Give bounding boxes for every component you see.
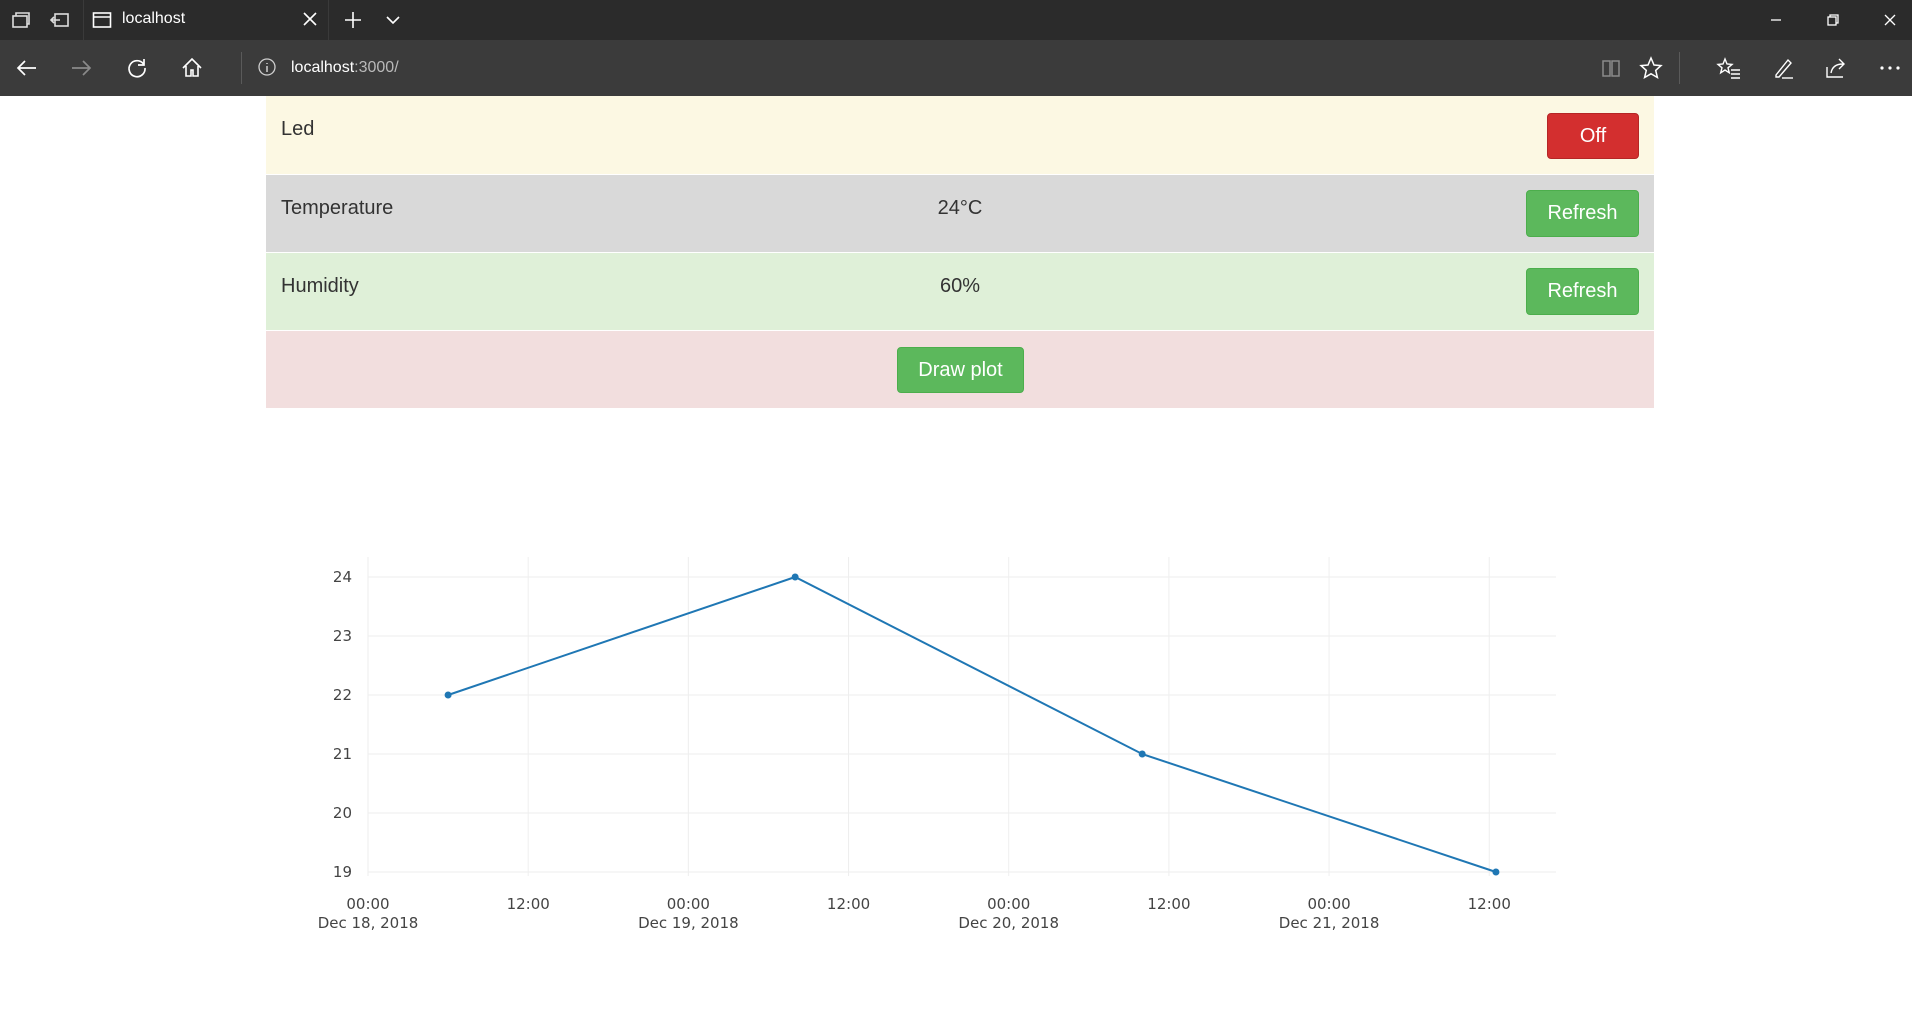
browser-title-bar: localhost <box>0 0 1912 40</box>
address-input[interactable]: localhost:3000/ <box>291 59 399 77</box>
forward-arrow-icon[interactable] <box>68 55 94 81</box>
tab-preview-icon[interactable] <box>8 7 34 33</box>
chart-series <box>444 573 1500 876</box>
y-tick-label: 21 <box>333 745 352 763</box>
toolbar-divider <box>1679 52 1680 84</box>
x-tick-time: 00:00 <box>987 895 1030 913</box>
sensor-panel: Led Off Temperature 24°C Refresh Humidit… <box>266 96 1654 409</box>
page-icon <box>92 12 112 28</box>
humidity-refresh-button[interactable]: Refresh <box>1526 268 1639 315</box>
reading-view-icon[interactable] <box>1598 55 1624 81</box>
home-icon[interactable] <box>179 55 205 81</box>
more-options-icon[interactable] <box>1877 55 1903 81</box>
humidity-value: 60% <box>939 275 981 297</box>
x-tick-time: 12:00 <box>827 895 870 913</box>
data-point <box>444 691 452 699</box>
y-tick-label: 19 <box>333 863 352 881</box>
temperature-row: Temperature 24°C Refresh <box>266 175 1654 253</box>
temperature-label: Temperature <box>281 197 394 219</box>
led-row: Led Off <box>266 96 1654 175</box>
chevron-down-icon[interactable] <box>380 7 406 33</box>
x-tick-time: 12:00 <box>1468 895 1511 913</box>
favorite-star-icon[interactable] <box>1638 55 1664 81</box>
y-tick-label: 23 <box>333 627 352 645</box>
temperature-value: 24°C <box>937 197 983 219</box>
x-tick-date: Dec 18, 2018 <box>318 914 419 932</box>
data-point <box>1492 868 1500 876</box>
x-tick-date: Dec 19, 2018 <box>638 914 739 932</box>
close-tab-icon[interactable] <box>300 9 320 29</box>
y-tick-label: 22 <box>333 686 352 704</box>
chart-grid <box>367 557 1556 876</box>
back-arrow-icon[interactable] <box>14 55 40 81</box>
temperature-line-chart: 19202122232400:00Dec 18, 201812:00 00:00D… <box>318 557 1556 932</box>
x-tick-time: 00:00 <box>1307 895 1350 913</box>
temperature-refresh-button[interactable]: Refresh <box>1526 190 1639 237</box>
x-tick-date: Dec 20, 2018 <box>958 914 1059 932</box>
x-tick-time: 00:00 <box>346 895 389 913</box>
browser-tab[interactable]: localhost <box>83 0 329 40</box>
x-tick-time: 00:00 <box>667 895 710 913</box>
site-info-icon[interactable] <box>256 56 278 78</box>
y-tick-label: 20 <box>333 804 352 822</box>
tab-title: localhost <box>122 10 186 27</box>
favorites-hub-icon[interactable] <box>1716 55 1742 81</box>
data-point <box>1138 750 1146 758</box>
browser-toolbar: localhost:3000/ <box>0 40 1912 96</box>
close-window-icon[interactable] <box>1877 7 1903 33</box>
x-tick-time: 12:00 <box>507 895 550 913</box>
new-tab-icon[interactable] <box>340 7 366 33</box>
draw-plot-button[interactable]: Draw plot <box>897 347 1024 393</box>
toolbar-divider <box>241 52 242 84</box>
pen-notes-icon[interactable] <box>1770 55 1796 81</box>
led-label: Led <box>281 118 315 140</box>
restore-icon[interactable] <box>1820 7 1846 33</box>
plot-row: Draw plot <box>266 331 1654 409</box>
series-line <box>447 575 1497 873</box>
chart-axes: 19202122232400:00Dec 18, 201812:00 00:00D… <box>318 568 1511 932</box>
y-tick-label: 24 <box>333 568 352 586</box>
humidity-row: Humidity 60% Refresh <box>266 253 1654 331</box>
x-tick-time: 12:00 <box>1147 895 1190 913</box>
set-aside-tabs-icon[interactable] <box>47 7 73 33</box>
url-path: :3000/ <box>354 59 399 76</box>
led-toggle-button[interactable]: Off <box>1547 113 1639 159</box>
minimize-icon[interactable] <box>1763 7 1789 33</box>
humidity-label: Humidity <box>281 275 359 297</box>
url-host: localhost <box>291 59 355 76</box>
x-tick-date: Dec 21, 2018 <box>1279 914 1380 932</box>
data-point <box>791 573 799 581</box>
refresh-icon[interactable] <box>124 55 150 81</box>
share-icon[interactable] <box>1823 55 1849 81</box>
